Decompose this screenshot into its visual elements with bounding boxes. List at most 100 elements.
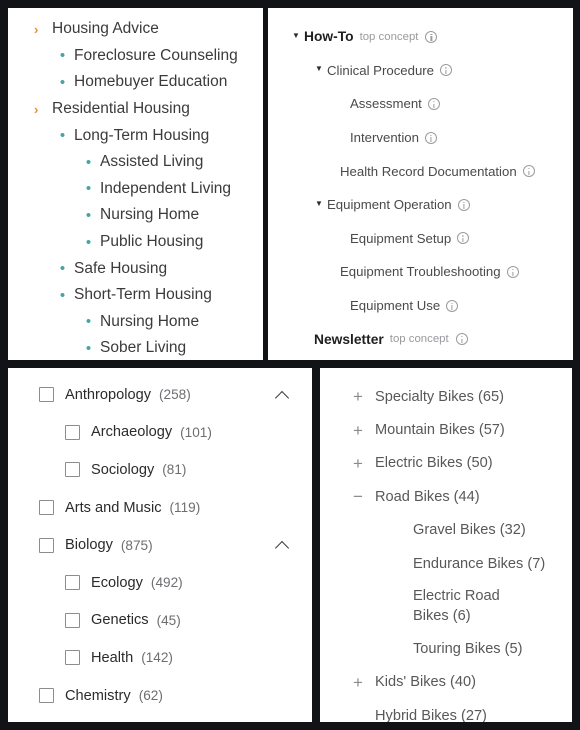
bike-category-row[interactable]: + Mountain Bikes (57) — [320, 413, 572, 446]
howto-concept-item[interactable]: ▼ Equipment Operation — [268, 188, 573, 222]
caret-down-icon[interactable]: ▼ — [315, 65, 327, 73]
bike-category-row[interactable]: Touring Bikes (5) — [320, 632, 572, 665]
subject-facet-row[interactable]: Archaeology (101) — [8, 414, 312, 452]
facet-checkbox[interactable] — [39, 537, 54, 553]
facet-checkbox[interactable] — [65, 650, 80, 666]
info-icon[interactable] — [446, 299, 459, 312]
caret-down-icon[interactable]: ▼ — [292, 31, 304, 40]
bike-category-row[interactable]: + Electric Bikes (50) — [320, 447, 572, 480]
bike-category-row[interactable]: + Kids' Bikes (40) — [320, 666, 572, 699]
howto-concept-item[interactable]: Newsletter top concept — [268, 322, 573, 356]
info-icon[interactable] — [455, 333, 468, 346]
howto-concept-panel: ▼ How-To top concept ▼ Clinical Procedure Ass… — [268, 8, 573, 360]
caret-down-icon[interactable]: ▼ — [315, 199, 327, 208]
howto-concept-item[interactable]: ▼ How-To top concept — [268, 20, 573, 54]
collapse-minus-icon[interactable]: − — [351, 488, 365, 505]
housing-tree-item-label: Nursing Home — [100, 206, 200, 224]
info-icon[interactable] — [425, 30, 438, 43]
info-icon[interactable] — [522, 165, 535, 178]
bullet-icon: • — [85, 339, 92, 357]
howto-concept-item[interactable]: Equipment Troubleshooting — [268, 255, 573, 289]
howto-concept-item[interactable]: Intervention — [268, 121, 573, 155]
expand-plus-icon[interactable]: + — [351, 422, 365, 439]
bike-category-row[interactable]: Hybrid Bikes (27) — [320, 699, 572, 722]
facet-checkbox[interactable] — [65, 424, 80, 440]
facet-count: (101) — [180, 424, 212, 440]
subject-facet-row[interactable]: Genetics (45) — [8, 602, 312, 640]
bike-category-label: Electric Road Bikes (6) — [413, 587, 500, 625]
facet-checkbox[interactable] — [65, 575, 80, 591]
facet-count: (119) — [169, 500, 201, 516]
chevron-up-icon[interactable] — [275, 387, 291, 403]
howto-concept-list: ▼ How-To top concept ▼ Clinical Procedure Ass… — [268, 8, 573, 356]
facet-checkbox[interactable] — [65, 462, 80, 478]
bike-category-list: + Specialty Bikes (65) + Mountain Bikes (57… — [320, 368, 572, 722]
bike-category-row[interactable]: Electric Road Bikes (6) — [320, 580, 572, 632]
howto-concept-item[interactable]: Health Record Documentation — [268, 154, 573, 188]
bike-category-row[interactable]: − Road Bikes (44) — [320, 480, 572, 513]
bullet-icon: • — [85, 313, 92, 331]
info-icon[interactable] — [427, 97, 440, 110]
info-icon[interactable] — [506, 265, 519, 278]
bike-category-inner: Touring Bikes (5) — [389, 632, 523, 665]
housing-tree-item[interactable]: › Residential Housing — [8, 96, 263, 123]
facet-checkbox[interactable] — [65, 612, 80, 628]
bike-category-row[interactable]: + Specialty Bikes (65) — [320, 380, 572, 413]
housing-tree-item[interactable]: • Independent Living — [8, 176, 263, 203]
facet-label: Health — [91, 649, 134, 666]
chevron-right-icon[interactable]: › — [34, 23, 47, 36]
howto-concept-label: How-To — [304, 29, 354, 45]
housing-tree-item[interactable]: • Sober Living — [8, 335, 263, 360]
subject-facet-row[interactable]: Biology (875) — [8, 526, 312, 564]
info-icon[interactable] — [457, 198, 470, 211]
bike-category-label: Electric Bikes (50) — [375, 455, 493, 472]
housing-tree-item[interactable]: › Housing Advice — [8, 16, 263, 43]
howto-concept-item[interactable]: Equipment Use — [268, 289, 573, 323]
facet-checkbox[interactable] — [39, 387, 54, 403]
expand-plus-icon[interactable]: + — [351, 674, 365, 691]
info-icon[interactable] — [424, 131, 437, 144]
housing-tree-item-label: Sober Living — [100, 339, 187, 357]
facet-checkbox[interactable] — [39, 688, 54, 704]
facet-label: Sociology — [91, 461, 155, 478]
bike-category-row[interactable]: Gravel Bikes (32) — [320, 514, 572, 547]
subject-facet-panel: Anthropology (258) Archaeology (101) Sociolo… — [8, 368, 312, 722]
housing-tree-item[interactable]: • Public Housing — [8, 229, 263, 256]
facet-label: Arts and Music — [65, 499, 162, 516]
subject-facet-row[interactable]: Sociology (81) — [8, 451, 312, 489]
bike-category-label: Specialty Bikes (65) — [375, 388, 504, 405]
housing-tree-item[interactable]: • Assisted Living — [8, 149, 263, 176]
subject-facet-row[interactable]: Chemistry (62) — [8, 677, 312, 715]
info-icon[interactable] — [440, 64, 453, 77]
bike-category-panel: + Specialty Bikes (65) + Mountain Bikes (57… — [320, 368, 572, 722]
housing-tree-item-label: Nursing Home — [100, 312, 200, 330]
housing-tree-item[interactable]: • Homebuyer Education — [8, 69, 263, 96]
howto-concept-label: Equipment Operation — [327, 197, 452, 213]
housing-tree-item[interactable]: • Foreclosure Counseling — [8, 43, 263, 70]
housing-tree-item[interactable]: • Safe Housing — [8, 255, 263, 282]
bullet-icon: • — [59, 286, 66, 304]
housing-tree-item[interactable]: • Long-Term Housing — [8, 122, 263, 149]
housing-tree-item[interactable]: • Short-Term Housing — [8, 282, 263, 309]
howto-concept-label: Equipment Troubleshooting — [340, 264, 501, 280]
howto-concept-item[interactable]: Assessment — [268, 87, 573, 121]
expand-plus-icon[interactable]: + — [351, 455, 365, 472]
howto-concept-label: Newsletter — [314, 331, 384, 347]
subject-facet-row[interactable]: Health (142) — [8, 639, 312, 677]
bike-category-row[interactable]: Endurance Bikes (7) — [320, 547, 572, 580]
housing-tree-item[interactable]: • Nursing Home — [8, 202, 263, 229]
subject-facet-row[interactable]: Arts and Music (119) — [8, 489, 312, 527]
bullet-icon: • — [85, 206, 92, 224]
subject-facet-row[interactable]: Anthropology (258) — [8, 376, 312, 414]
expand-plus-icon[interactable]: + — [351, 388, 365, 405]
howto-concept-item[interactable]: ▼ Clinical Procedure — [268, 54, 573, 88]
subject-facet-row[interactable]: Ecology (492) — [8, 564, 312, 602]
chevron-right-icon[interactable]: › — [34, 103, 47, 116]
howto-concept-item[interactable]: Equipment Setup — [268, 222, 573, 256]
bike-category-inner: + Mountain Bikes (57) — [351, 413, 505, 446]
info-icon[interactable] — [457, 232, 470, 245]
facet-checkbox[interactable] — [39, 500, 54, 516]
housing-tree-item[interactable]: • Nursing Home — [8, 309, 263, 336]
facet-count: (875) — [120, 537, 153, 553]
chevron-up-icon[interactable] — [275, 537, 291, 553]
